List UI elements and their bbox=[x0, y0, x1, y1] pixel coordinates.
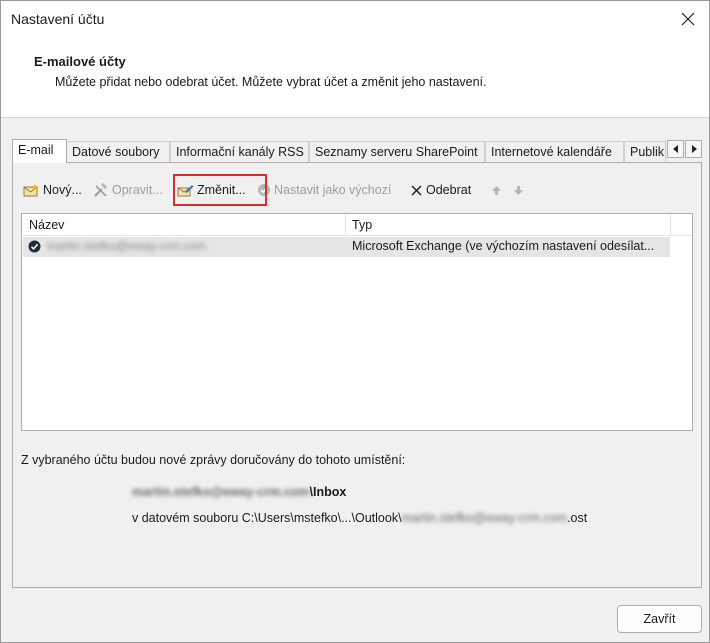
account-settings-dialog: Nastavení účtu E-mailové účty Můžete při… bbox=[0, 0, 710, 643]
move-up-button[interactable] bbox=[491, 179, 502, 201]
tab-internet-calendars[interactable]: Internetové kalendáře bbox=[485, 141, 624, 163]
title-bar: Nastavení účtu bbox=[1, 1, 709, 39]
set-default-label: Nastavit jako výchozí bbox=[274, 183, 392, 197]
triangle-right-icon bbox=[691, 145, 697, 153]
column-header-name[interactable]: Název bbox=[22, 214, 345, 236]
close-icon bbox=[681, 12, 695, 26]
header-title: E-mailové účty bbox=[34, 54, 126, 69]
change-label: Změnit... bbox=[197, 183, 246, 197]
column-header-type[interactable]: Typ bbox=[345, 214, 670, 236]
table-row[interactable]: martin.stefko@eway-crm.com Microsoft Exc… bbox=[23, 237, 670, 257]
column-separator[interactable] bbox=[670, 214, 671, 236]
new-account-label: Nový... bbox=[43, 183, 82, 197]
header-panel: E-mailové účty Můžete přidat nebo odebra… bbox=[1, 39, 709, 118]
delivery-location-label: Z vybraného účtu budou nové zprávy doruč… bbox=[21, 453, 406, 467]
delivery-email: martin.stefko@eway-crm.com bbox=[132, 485, 310, 499]
new-mail-icon bbox=[23, 183, 38, 196]
new-account-button[interactable]: Nový... bbox=[23, 179, 82, 201]
set-default-button[interactable]: Nastavit jako výchozí bbox=[257, 179, 391, 201]
repair-label: Opravit... bbox=[112, 183, 163, 197]
list-header: Název Typ bbox=[22, 214, 692, 236]
arrow-up-icon bbox=[492, 185, 501, 195]
email-tab-panel: Nový... Opravit... Změnit... Nastavit ja… bbox=[12, 162, 702, 588]
arrow-down-icon bbox=[514, 185, 523, 195]
account-name: martin.stefko@eway-crm.com bbox=[47, 239, 206, 253]
tools-icon bbox=[94, 182, 107, 197]
remove-x-icon bbox=[411, 184, 422, 196]
account-type: Microsoft Exchange (ve výchozím nastaven… bbox=[352, 239, 655, 253]
remove-button[interactable]: Odebrat bbox=[410, 179, 471, 201]
tab-published-calendars[interactable]: Publik bbox=[624, 141, 666, 163]
close-dialog-label: Zavřít bbox=[643, 612, 676, 626]
move-down-button[interactable] bbox=[513, 179, 524, 201]
close-button[interactable] bbox=[673, 5, 703, 33]
triangle-left-icon bbox=[672, 145, 678, 153]
tab-rss-feeds[interactable]: Informační kanály RSS bbox=[170, 141, 309, 163]
tab-scroll-left-button[interactable] bbox=[667, 140, 684, 158]
delivery-path-prefix: v datovém souboru C:\Users\mstefko\...\O… bbox=[132, 511, 402, 525]
default-account-check-icon bbox=[28, 240, 41, 253]
header-description: Můžete přidat nebo odebrat účet. Můžete … bbox=[55, 75, 487, 89]
accounts-toolbar: Nový... Opravit... Změnit... Nastavit ja… bbox=[23, 174, 693, 206]
checkmark-circle-icon bbox=[258, 184, 270, 196]
delivery-path-suffix: .ost bbox=[567, 511, 588, 525]
remove-label: Odebrat bbox=[426, 183, 472, 197]
tab-data-files[interactable]: Datové soubory bbox=[66, 141, 170, 163]
accounts-list[interactable]: Název Typ martin.stefko@eway-crm.com Mic… bbox=[21, 213, 693, 431]
tab-strip: E-mail Datové soubory Informační kanály … bbox=[12, 139, 702, 163]
change-button[interactable]: Změnit... bbox=[177, 179, 246, 201]
tab-sharepoint-lists[interactable]: Seznamy serveru SharePoint bbox=[309, 141, 485, 163]
tab-scroll-right-button[interactable] bbox=[685, 140, 702, 158]
change-account-icon bbox=[177, 184, 194, 196]
delivery-folder-suffix: \Inbox bbox=[309, 485, 347, 499]
repair-button[interactable]: Opravit... bbox=[93, 179, 163, 201]
tab-email[interactable]: E-mail bbox=[12, 139, 67, 163]
delivery-data-file-path: v datovém souboru C:\Users\mstefko\...\O… bbox=[132, 511, 587, 525]
window-title: Nastavení účtu bbox=[11, 11, 105, 27]
delivery-folder: martin.stefko@eway-crm.com\Inbox bbox=[132, 485, 346, 499]
close-dialog-button[interactable]: Zavřít bbox=[617, 605, 702, 633]
delivery-path-email: martin.stefko@eway-crm.com bbox=[401, 511, 568, 525]
